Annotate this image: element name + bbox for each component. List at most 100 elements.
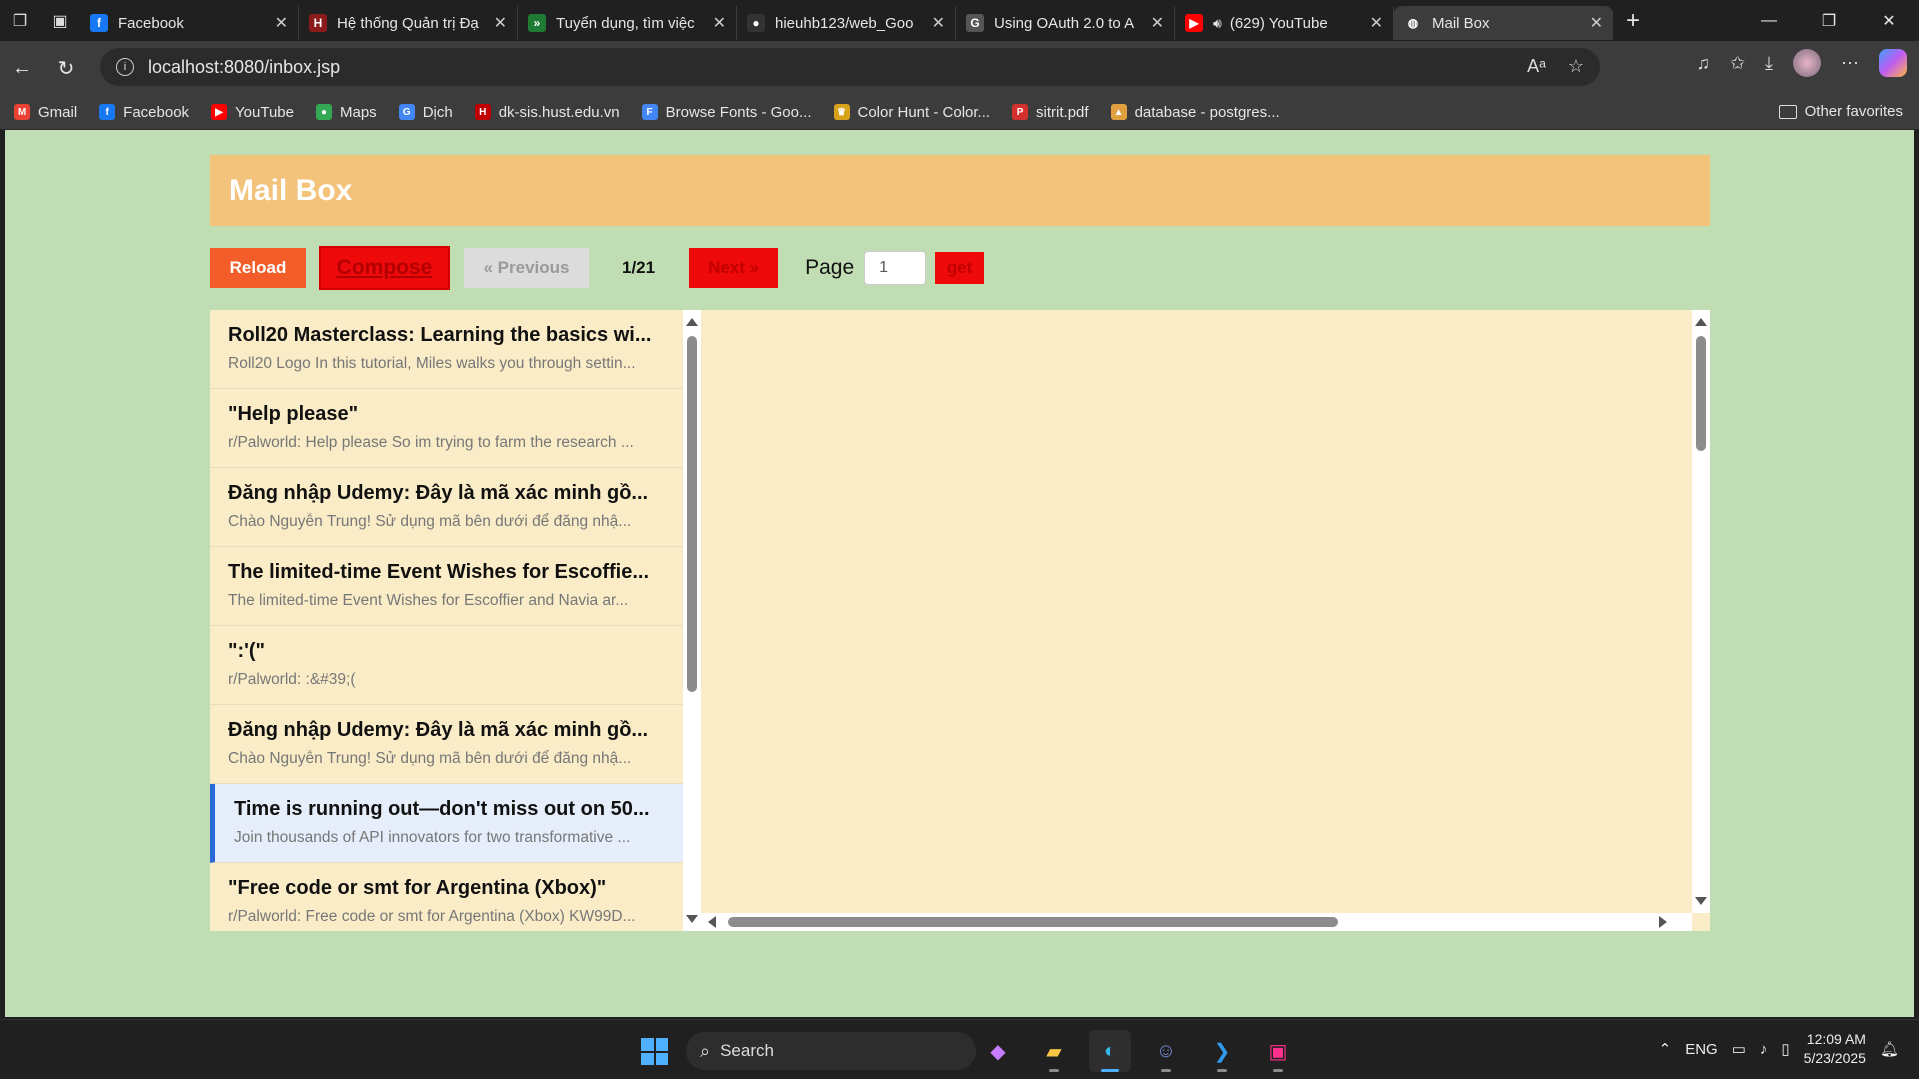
tab-close-icon[interactable]: ✕ (1590, 13, 1603, 33)
reload-button[interactable]: Reload (210, 248, 306, 288)
email-preview: r/Palworld: Help please So im trying to … (228, 434, 634, 451)
bookmark-item[interactable]: F Browse Fonts - Goo... (641, 104, 812, 121)
close-window-icon[interactable]: ✕ (1859, 0, 1919, 41)
taskbar-apps: ◆ ▰ ◐ ☺ ❯ ▣ (977, 1030, 1299, 1072)
address-bar[interactable]: i localhost:8080/inbox.jsp Aᵃ ☆ (100, 48, 1600, 86)
scroll-left-arrow[interactable] (708, 916, 716, 928)
email-preview: Chào Nguyễn Trung! Sử dụng mã bên dưới đ… (228, 513, 632, 530)
start-button[interactable] (641, 1038, 668, 1065)
battery-icon[interactable]: ▯ (1781, 1040, 1789, 1058)
browser-tab[interactable]: ● hieuhb123/web_Goo ✕ (737, 6, 956, 40)
intellij-icon[interactable]: ▣ (1257, 1030, 1299, 1072)
email-body-vscrollbar[interactable] (1692, 310, 1710, 913)
previous-page-button[interactable]: « Previous (464, 248, 589, 288)
tab-audio-icon[interactable]: 🔊︎ (1213, 15, 1222, 32)
bookmark-label: Maps (340, 103, 377, 121)
bookmark-item[interactable]: M Gmail (14, 104, 77, 121)
copilot-app-icon[interactable]: ◆ (977, 1030, 1019, 1072)
scroll-thumb[interactable] (687, 336, 697, 692)
bookmark-label: Gmail (38, 103, 78, 121)
email-list-item[interactable]: Đăng nhập Udemy: Đây là mã xác minh gồ..… (210, 705, 683, 784)
compose-button[interactable]: Compose (319, 246, 450, 290)
tab-favicon-icon: f (90, 14, 108, 32)
downloads-icon[interactable]: ⤓ (1765, 53, 1773, 74)
next-page-button[interactable]: Next » (689, 248, 779, 288)
bookmark-item[interactable]: ▶ YouTube (211, 104, 294, 121)
profile-avatar[interactable] (1793, 49, 1821, 77)
browser-tab[interactable]: » Tuyển dụng, tìm việc ✕ (518, 6, 737, 40)
refresh-icon[interactable]: ↻ (44, 48, 88, 88)
tab-close-icon[interactable]: ✕ (932, 13, 945, 33)
email-subject: "Free code or smt for Argentina (Xbox)" (228, 877, 607, 899)
email-body-hscrollbar[interactable] (701, 913, 1692, 931)
scroll-up-arrow[interactable] (686, 318, 698, 326)
discord-icon[interactable]: ☺ (1145, 1030, 1187, 1072)
bookmark-item[interactable]: Psitrit.pdf (1012, 104, 1089, 121)
page-number-input[interactable] (864, 251, 927, 285)
tab-close-icon[interactable]: ✕ (275, 13, 288, 33)
read-aloud-icon[interactable]: Aᵃ (1527, 56, 1546, 77)
tab-close-icon[interactable]: ✕ (713, 13, 726, 33)
scroll-down-arrow[interactable] (686, 915, 698, 923)
scroll-thumb[interactable] (728, 917, 1338, 927)
email-list-item[interactable]: The limited-time Event Wishes for Escoff… (210, 547, 683, 626)
email-list-item[interactable]: ":'(" r/Palworld: :&#39;( (210, 626, 683, 705)
language-indicator[interactable]: ENG (1685, 1041, 1718, 1058)
other-favorites-button[interactable]: Other favorites (1778, 103, 1903, 120)
email-list-item[interactable]: Time is running out—don't miss out on 50… (210, 784, 683, 863)
copilot-icon[interactable] (1879, 49, 1907, 77)
bookmark-item[interactable]: Hdk-sis.hust.edu.vn (474, 104, 620, 121)
scroll-up-arrow[interactable] (1695, 318, 1707, 326)
search-icon: ⌕ (700, 1040, 711, 1061)
browser-tab[interactable]: ◍ Mail Box ✕ (1394, 6, 1613, 40)
email-list-item[interactable]: Đăng nhập Udemy: Đây là mã xác minh gồ..… (210, 468, 683, 547)
network-icon[interactable]: ▭ (1732, 1040, 1746, 1058)
browser-tab[interactable]: ▶ 🔊︎ (629) YouTube ✕ (1175, 6, 1394, 40)
scroll-down-arrow[interactable] (1695, 897, 1707, 905)
extensions-icon[interactable]: ♫ (1696, 53, 1710, 74)
browser-tab[interactable]: G Using OAuth 2.0 to A ✕ (956, 6, 1175, 40)
volume-icon[interactable]: ♪ (1760, 1041, 1768, 1058)
edge-browser-icon[interactable]: ◐ (1089, 1030, 1131, 1072)
browser-tab[interactable]: H Hệ thống Quản trị Đạ ✕ (299, 6, 518, 40)
email-list-item[interactable]: Roll20 Masterclass: Learning the basics … (210, 310, 683, 389)
email-list-item[interactable]: "Free code or smt for Argentina (Xbox)" r… (210, 863, 683, 931)
email-preview: Chào Nguyễn Trung! Sử dụng mã bên dưới đ… (228, 750, 632, 767)
back-icon[interactable]: ← (0, 48, 44, 88)
email-preview: The limited-time Event Wishes for Escoff… (228, 592, 629, 609)
email-list-scrollbar[interactable] (683, 310, 701, 931)
scroll-thumb[interactable] (1696, 336, 1706, 451)
minimize-icon[interactable]: — (1739, 0, 1799, 41)
clock[interactable]: 12:09 AM 5/23/2025 (1804, 1030, 1866, 1068)
scroll-right-arrow[interactable] (1659, 916, 1667, 928)
email-list-item[interactable]: "Help please" r/Palworld: Help please So … (210, 389, 683, 468)
email-body-pane: Join thousands of API innovators for two… (701, 310, 1710, 931)
bookmark-item[interactable]: f Facebook (99, 104, 189, 121)
new-tab-button[interactable]: + (1613, 7, 1653, 35)
tab-close-icon[interactable]: ✕ (1151, 13, 1164, 33)
restore-icon[interactable]: ❐ (1799, 0, 1859, 41)
chevron-up-icon[interactable]: ⌃ (1659, 1040, 1672, 1058)
tab-favicon-icon: » (528, 14, 546, 32)
workspaces-icon[interactable]: ❐ (0, 1, 40, 41)
browser-tab[interactable]: f Facebook ✕ (80, 6, 299, 40)
more-menu-icon[interactable]: ⋯ (1841, 53, 1859, 74)
bookmark-item[interactable]: G Dịch (398, 104, 453, 121)
bookmark-item[interactable]: ● Maps (316, 104, 377, 121)
vscode-icon[interactable]: ❯ (1201, 1030, 1243, 1072)
tab-close-icon[interactable]: ✕ (1370, 13, 1383, 33)
url-text[interactable]: localhost:8080/inbox.jsp (148, 57, 340, 78)
bookmark-item[interactable]: ♛ Color Hunt - Color... (833, 104, 990, 121)
bookmarks-bar: M Gmail f Facebook ▶ YouTube ● Maps G Dịch Hdk-sis… (0, 95, 1919, 130)
file-explorer-icon[interactable]: ▰ (1033, 1030, 1075, 1072)
vertical-tabs-icon[interactable]: ▣ (40, 1, 80, 41)
favorites-icon[interactable]: ✩ (1730, 53, 1745, 74)
notification-bell-icon[interactable]: 🔔︎ (1880, 1040, 1899, 1058)
tab-close-icon[interactable]: ✕ (494, 13, 507, 33)
favorite-star-icon[interactable]: ☆ (1568, 56, 1584, 77)
tab-title: (629) YouTube (1229, 14, 1328, 32)
bookmark-item[interactable]: ▲ database - postgres... (1110, 104, 1280, 121)
taskbar-search[interactable]: ⌕ Search (686, 1032, 976, 1070)
get-page-button[interactable]: get (935, 252, 985, 284)
site-info-icon[interactable]: i (116, 58, 134, 76)
